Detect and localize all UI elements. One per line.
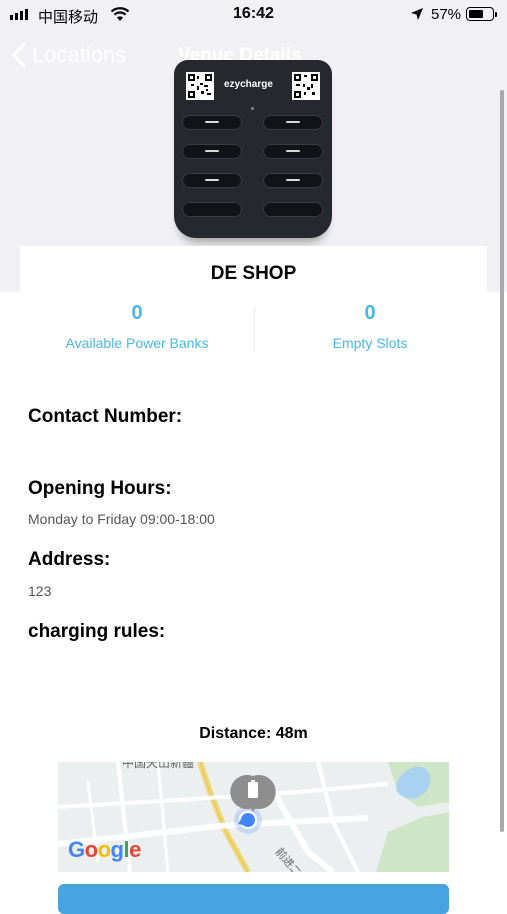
power-bank-slot — [182, 144, 242, 159]
back-label: Locations — [32, 42, 127, 67]
power-bank-slot — [263, 144, 323, 159]
power-bank-slot — [263, 173, 323, 188]
distance-label: Distance: 48m — [199, 725, 308, 742]
power-bank-slot — [182, 202, 242, 217]
venue-name: DE SHOP — [210, 263, 297, 284]
address-value: 123 — [28, 583, 52, 599]
device-brand-logo: ezycharge — [224, 79, 273, 90]
empty-slots-label: Empty Slots — [332, 335, 408, 351]
qr-code-icon — [292, 72, 320, 100]
available-power-banks-count: 0 — [131, 302, 143, 324]
empty-slots-count: 0 — [364, 302, 376, 324]
action-button[interactable] — [58, 884, 449, 914]
qr-code-icon — [186, 72, 214, 100]
charging-rules-label: charging rules: — [28, 621, 166, 642]
power-bank-slot — [263, 202, 323, 217]
power-bank-slot — [182, 115, 242, 130]
back-button[interactable]: Locations — [12, 42, 126, 68]
opening-hours-label: Opening Hours: — [28, 478, 172, 499]
google-logo: Google — [68, 837, 141, 862]
contact-number-label: Contact Number: — [28, 406, 183, 427]
status-bar: 中国移动 16:42 57% — [0, 0, 507, 32]
address-label: Address: — [28, 549, 111, 570]
available-power-banks-label: Available Power Banks — [65, 335, 209, 351]
empty-slots-stat: 0 Empty Slots — [253, 302, 487, 351]
location-arrow-icon — [410, 7, 424, 26]
power-bank-slot — [263, 115, 323, 130]
battery-icon — [466, 7, 497, 21]
map-street-label: 中国天山新疆 — [122, 762, 195, 770]
power-bank-slot — [182, 173, 242, 188]
indicator-light — [251, 107, 254, 110]
opening-hours-value: Monday to Friday 09:00-18:00 — [28, 511, 215, 527]
location-map[interactable]: 中国天山新疆 前进二路 Google — [58, 762, 449, 872]
scrollbar[interactable] — [500, 90, 504, 832]
battery-percentage: 57% — [431, 6, 462, 23]
chevron-left-icon — [12, 42, 26, 68]
power-bank-station-image: ezycharge — [174, 60, 332, 238]
available-power-banks-stat: 0 Available Power Banks — [20, 302, 254, 351]
